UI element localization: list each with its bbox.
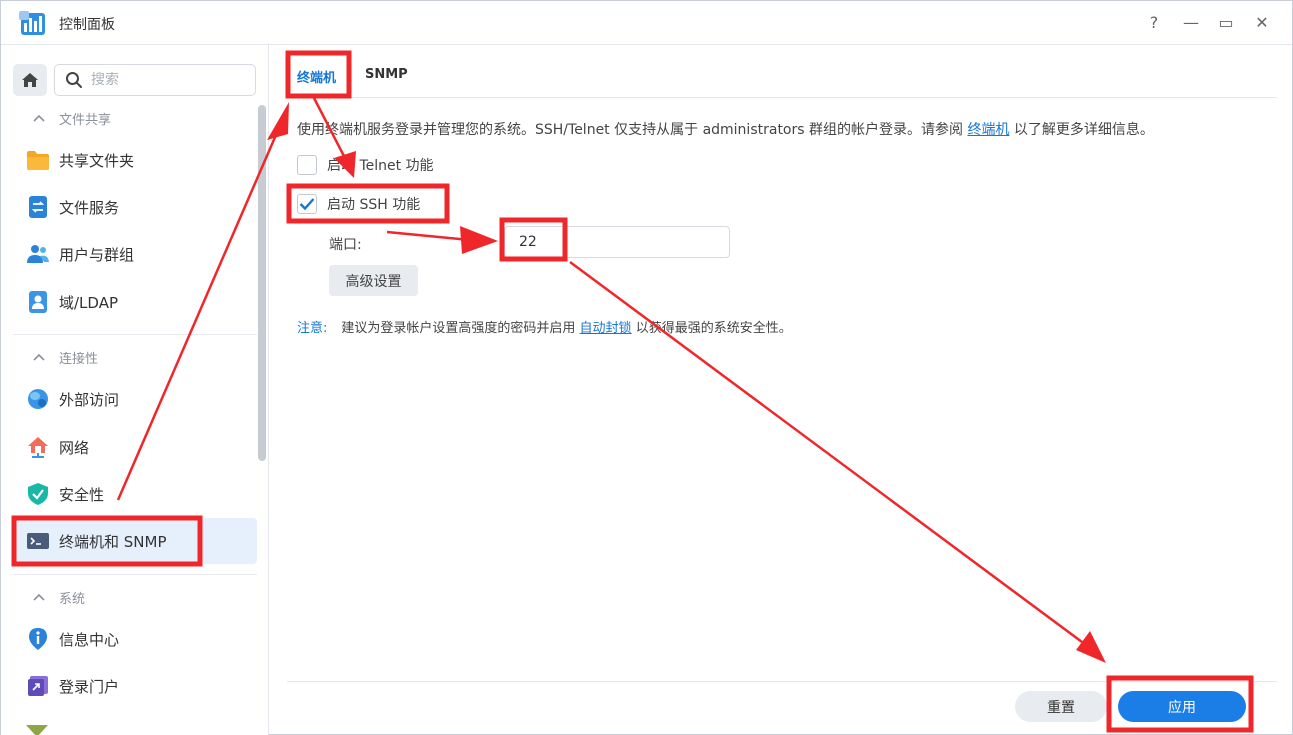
terminal-description: 使用终端机服务登录并管理您的系统。SSH/Telnet 仅支持从属于 admin… — [297, 119, 1154, 139]
active-tab-indicator — [297, 95, 337, 98]
auto-block-link[interactable]: 自动封锁 — [580, 321, 632, 336]
chevron-up-icon — [33, 593, 45, 601]
shield-icon — [28, 483, 48, 505]
apply-button[interactable]: 应用 — [1118, 691, 1246, 722]
port-input[interactable] — [504, 226, 730, 258]
telnet-label: 启动 Telnet 功能 — [327, 158, 434, 174]
sidebar-item-label: 共享文件夹 — [59, 151, 135, 170]
control-panel-window: 控制面板 ? — ▭ ✕ 文件共享 共享文件夹 — [0, 0, 1293, 735]
sidebar-item-cutoff-icon — [25, 721, 49, 735]
terminal-help-link[interactable]: 终端机 — [967, 122, 1009, 138]
description-text: 使用终端机服务登录并管理您的系统。SSH/Telnet 仅支持从属于 admin… — [297, 122, 963, 138]
sidebar-item-label: 终端机和 SNMP — [59, 532, 167, 551]
sidebar-item-domain-ldap[interactable]: 域/LDAP — [13, 279, 257, 325]
minimize-icon[interactable]: — — [1180, 12, 1202, 34]
tab-bar: 终端机 SNMP — [287, 45, 1277, 98]
help-icon[interactable]: ? — [1143, 12, 1165, 34]
sidebar-item-terminal-snmp[interactable]: 终端机和 SNMP — [13, 518, 257, 564]
section-header-system[interactable]: 系统 — [31, 588, 85, 607]
sidebar-item-label: 文件服务 — [59, 198, 120, 217]
home-icon — [22, 73, 38, 87]
note-text: 建议为登录帐户设置高强度的密码并启用 — [341, 321, 576, 336]
sidebar-item-label: 外部访问 — [59, 390, 120, 409]
close-icon[interactable]: ✕ — [1251, 12, 1273, 34]
window-title: 控制面板 — [59, 17, 115, 33]
search-input[interactable] — [91, 70, 241, 90]
main-panel: 终端机 SNMP 使用终端机服务登录并管理您的系统。SSH/Telnet 仅支持… — [269, 45, 1293, 735]
home-button[interactable] — [13, 64, 47, 96]
login-portal-icon — [28, 676, 48, 696]
section-header-label: 连接性 — [59, 352, 99, 367]
chevron-up-icon — [33, 114, 45, 122]
section-header-file-sharing[interactable]: 文件共享 — [31, 109, 111, 128]
section-header-connectivity[interactable]: 连接性 — [31, 348, 98, 367]
maximize-icon[interactable]: ▭ — [1215, 12, 1237, 34]
sidebar-item-label: 域/LDAP — [59, 293, 119, 312]
sidebar-item-info-center[interactable]: 信息中心 — [13, 616, 257, 662]
telnet-option[interactable]: 启动 Telnet 功能 — [297, 155, 434, 175]
sidebar-item-file-services[interactable]: 文件服务 — [13, 184, 257, 230]
search-icon — [66, 72, 82, 88]
title-bar: 控制面板 ? — ▭ ✕ — [1, 1, 1292, 45]
sidebar-item-security[interactable]: 安全性 — [13, 471, 257, 517]
sidebar-item-users-groups[interactable]: 用户与群组 — [13, 231, 257, 277]
sidebar-item-label: 信息中心 — [59, 630, 120, 649]
terminal-icon — [27, 533, 49, 549]
folder-icon — [27, 151, 49, 170]
footer-divider — [287, 681, 1277, 682]
tab-snmp[interactable]: SNMP — [365, 67, 408, 82]
security-note: 注意: 建议为登录帐户设置高强度的密码并启用 自动封锁 以获得最强的系统安全性。 — [297, 317, 792, 336]
sidebar-item-network[interactable]: 网络 — [13, 424, 257, 470]
ssh-label: 启动 SSH 功能 — [327, 197, 421, 213]
info-icon — [29, 628, 47, 650]
sidebar-item-label: 网络 — [59, 438, 90, 457]
advanced-settings-button[interactable]: 高级设置 — [329, 265, 418, 296]
section-header-label: 系统 — [59, 592, 86, 607]
ssh-option[interactable]: 启动 SSH 功能 — [297, 194, 420, 214]
control-panel-app-icon — [19, 11, 45, 35]
description-text-suffix: 以了解更多详细信息。 — [1013, 122, 1154, 138]
port-label: 端口: — [329, 237, 362, 253]
sidebar-item-login-portal[interactable]: 登录门户 — [13, 663, 257, 709]
file-services-icon — [29, 196, 47, 218]
network-icon — [28, 437, 48, 458]
domain-icon — [29, 291, 47, 313]
checkmark-icon — [299, 198, 315, 211]
telnet-checkbox[interactable] — [297, 155, 317, 175]
sidebar-item-shared-folder[interactable]: 共享文件夹 — [13, 137, 257, 183]
reset-button[interactable]: 重置 — [1015, 691, 1107, 722]
chevron-up-icon — [33, 353, 45, 361]
users-icon — [27, 245, 49, 263]
tab-terminal[interactable]: 终端机 — [297, 67, 336, 86]
sidebar-item-label: 用户与群组 — [59, 245, 135, 264]
sidebar-item-external-access[interactable]: 外部访问 — [13, 376, 257, 422]
note-label: 注意: — [297, 321, 328, 336]
sidebar: 文件共享 共享文件夹 文件服务 用户与群组 域/LDAP 连接性 外部访问 — [1, 45, 269, 735]
sidebar-scrollbar[interactable] — [258, 105, 266, 461]
sidebar-divider — [13, 574, 257, 575]
external-access-icon — [28, 389, 48, 409]
section-header-label: 文件共享 — [59, 113, 112, 128]
ssh-checkbox[interactable] — [297, 194, 317, 214]
sidebar-divider — [13, 334, 257, 335]
sidebar-item-label: 登录门户 — [59, 677, 120, 696]
sidebar-item-label: 安全性 — [59, 485, 105, 504]
note-text-suffix: 以获得最强的系统安全性。 — [635, 321, 792, 336]
search-box[interactable] — [54, 64, 256, 96]
